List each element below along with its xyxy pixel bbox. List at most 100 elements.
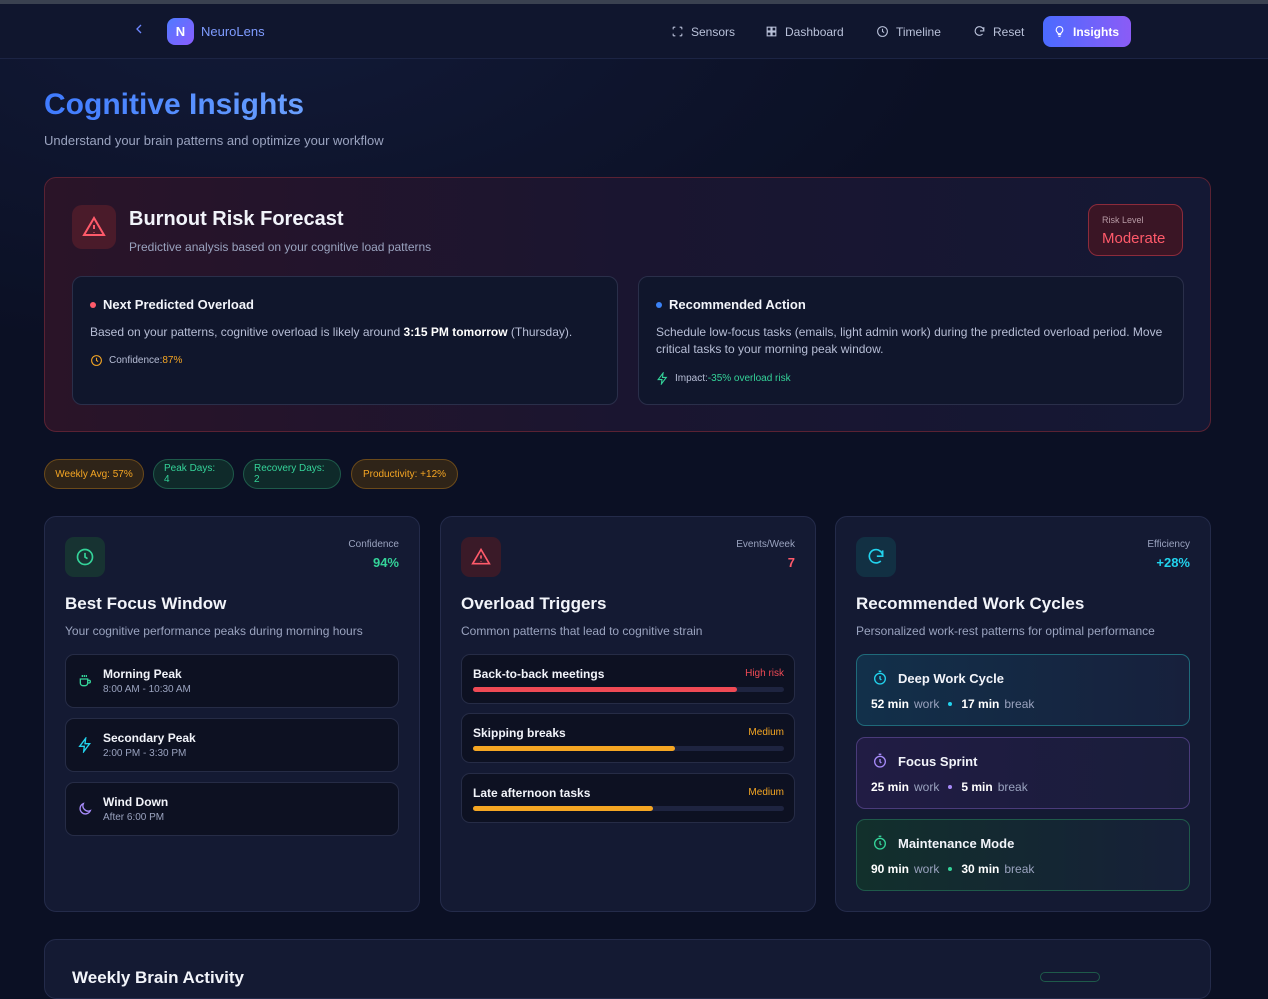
nav-insights-label: Insights: [1073, 24, 1120, 39]
trigger-item[interactable]: Back-to-back meetings High risk: [461, 654, 795, 704]
status-dot: [90, 301, 96, 308]
next-overload-text: Based on your patterns, cognitive overlo…: [90, 324, 600, 341]
overload-time: 3:15 PM tomorrow: [403, 325, 508, 339]
trigger-name: Back-to-back meetings: [473, 667, 605, 681]
work-label: work: [914, 862, 940, 876]
weekly-title: Weekly Brain Activity: [72, 968, 244, 987]
focus-subtitle: Your cognitive performance peaks during …: [65, 624, 363, 638]
break-label: break: [1004, 862, 1035, 876]
recommended-action-card: Recommended Action Schedule low-focus ta…: [638, 276, 1184, 405]
work-cycle-item[interactable]: Deep Work Cycle 52 min work 17 min break: [856, 654, 1190, 726]
trigger-item[interactable]: Skipping breaks Medium: [461, 713, 795, 763]
weekly-brain-activity-card: Weekly Brain Activity: [44, 939, 1211, 999]
scan-icon: [672, 26, 683, 37]
trigger-name: Late afternoon tasks: [473, 786, 591, 800]
trigger-bar-track: [473, 806, 784, 811]
nav-timeline-label: Timeline: [896, 24, 941, 39]
focus-metric-value: 94%: [372, 555, 399, 570]
separator-dot: [948, 785, 953, 789]
separator-dot: [948, 702, 953, 706]
chevron-left-icon: [136, 24, 142, 34]
impact-value: -35% overload risk: [707, 373, 791, 384]
focus-window-time: After 6:00 PM: [103, 812, 165, 823]
risk-level-label: Risk Level: [1102, 215, 1144, 225]
break-duration: 5 min: [961, 780, 993, 794]
trigger-level: Medium: [748, 727, 784, 738]
nav-insights[interactable]: Insights: [1043, 16, 1131, 47]
focus-window-item[interactable]: Secondary Peak 2:00 PM - 3:30 PM: [65, 718, 399, 772]
cycles-metric-value: +28%: [1156, 555, 1190, 570]
triggers-metric-value: 7: [787, 555, 795, 570]
brand-name[interactable]: NeuroLens: [201, 24, 265, 39]
burnout-icon-box: [72, 205, 116, 249]
focus-window-item[interactable]: Morning Peak 8:00 AM - 10:30 AM: [65, 654, 399, 708]
status-dot: [656, 301, 662, 308]
work-cycle-name: Focus Sprint: [898, 754, 978, 769]
break-label: break: [1004, 697, 1035, 711]
focus-window-name: Morning Peak: [103, 667, 182, 681]
confidence-label: Confidence:: [109, 355, 163, 366]
cycles-subtitle: Personalized work-rest patterns for opti…: [856, 624, 1155, 638]
risk-level-value: Moderate: [1102, 230, 1166, 247]
lightbulb-icon: [1055, 26, 1064, 37]
recommended-action-text: Schedule low-focus tasks (emails, light …: [656, 325, 1163, 356]
pill-weekly-avg: Weekly Avg: 57%: [44, 459, 144, 489]
refresh-icon: [974, 26, 985, 36]
break-label: break: [997, 780, 1028, 794]
focus-window-name: Wind Down: [103, 795, 169, 809]
pill-peak-days: Peak Days: 4: [153, 459, 234, 489]
work-cycle-detail: 90 min work 30 min break: [871, 862, 1034, 876]
bolt-icon: [657, 372, 668, 385]
nav-reset[interactable]: Reset: [963, 16, 1034, 47]
trigger-item[interactable]: Late afternoon tasks Medium: [461, 773, 795, 823]
focus-window-item[interactable]: Wind Down After 6:00 PM: [65, 782, 399, 836]
break-duration: 17 min: [961, 697, 1000, 711]
work-cycle-item[interactable]: Maintenance Mode 90 min work 30 min brea…: [856, 819, 1190, 891]
overload-text-post: (Thursday).: [507, 325, 573, 339]
triggers-metric-label: Events/Week: [736, 539, 795, 550]
cycles-title: Recommended Work Cycles: [856, 594, 1085, 613]
page-subtitle: Understand your brain patterns and optim…: [44, 133, 384, 148]
trigger-bar-fill: [473, 687, 738, 692]
focus-title: Best Focus Window: [65, 594, 227, 613]
nav-timeline[interactable]: Timeline: [866, 16, 951, 47]
trigger-bar-fill: [473, 806, 654, 811]
grid-icon: [766, 26, 777, 37]
work-cycle-detail: 52 min work 17 min break: [871, 697, 1034, 711]
confidence-value: 87%: [162, 355, 183, 366]
work-cycles-card: Efficiency +28% Recommended Work Cycles …: [835, 516, 1211, 912]
trigger-bar-fill: [473, 746, 676, 751]
back-button[interactable]: [131, 21, 149, 41]
pill-recovery-days: Recovery Days: 2: [243, 459, 341, 489]
overload-text-pre: Based on your patterns, cognitive overlo…: [90, 325, 404, 339]
nav-dashboard[interactable]: Dashboard: [755, 16, 854, 47]
weekly-toggle-button[interactable]: [1040, 972, 1100, 982]
risk-level-badge: Risk Level Moderate: [1088, 204, 1183, 256]
trigger-bar-track: [473, 746, 784, 751]
work-cycle-name: Deep Work Cycle: [898, 671, 1004, 686]
work-label: work: [914, 697, 940, 711]
page-title: Cognitive Insights: [44, 88, 305, 121]
timer-icon: [872, 753, 888, 769]
work-cycle-item[interactable]: Focus Sprint 25 min work 5 min break: [856, 737, 1190, 809]
bolt-icon: [77, 735, 93, 755]
best-focus-window-card: Confidence 94% Best Focus Window Your co…: [44, 516, 420, 912]
trigger-level: Medium: [748, 787, 784, 798]
work-cycle-name: Maintenance Mode: [898, 836, 1015, 851]
focus-window-name: Secondary Peak: [103, 731, 196, 745]
nav-dashboard-label: Dashboard: [785, 24, 844, 39]
next-overload-title-row: Next Predicted Overload: [90, 297, 254, 312]
nav-sensors-label: Sensors: [691, 24, 736, 39]
impact-label: Impact:: [675, 373, 708, 384]
clock-icon: [76, 548, 94, 566]
refresh-icon: [868, 548, 884, 564]
timer-icon: [872, 670, 888, 686]
work-cycle-detail: 25 min work 5 min break: [871, 780, 1028, 794]
nav-sensors[interactable]: Sensors: [661, 16, 745, 47]
moon-icon: [77, 801, 93, 817]
separator-dot: [948, 867, 953, 871]
logo-badge[interactable]: N: [167, 18, 194, 45]
focus-window-time: 2:00 PM - 3:30 PM: [103, 748, 187, 759]
recommended-action-title-row: Recommended Action: [656, 297, 806, 312]
impact-meta: Impact: -35% overload risk: [656, 372, 791, 385]
